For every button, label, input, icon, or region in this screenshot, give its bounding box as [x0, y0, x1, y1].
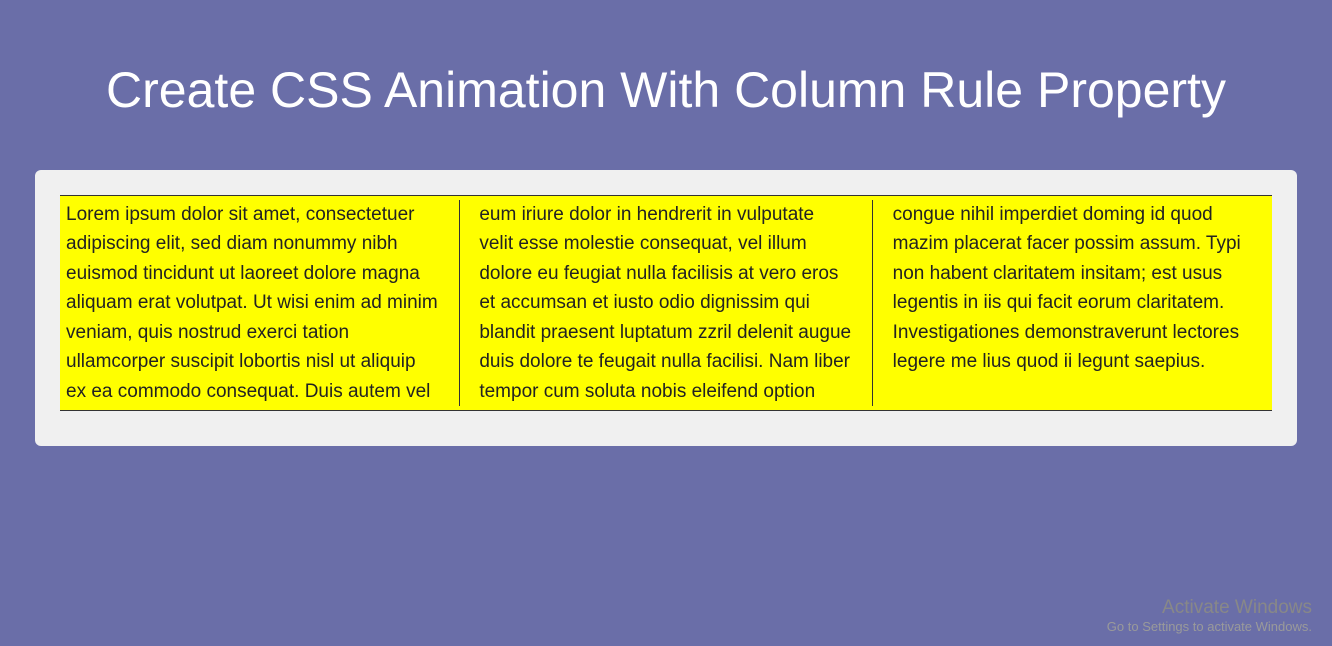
- column-text-block: Lorem ipsum dolor sit amet, consectetuer…: [60, 195, 1272, 411]
- page-title: Create CSS Animation With Column Rule Pr…: [0, 0, 1332, 150]
- watermark-title: Activate Windows: [1107, 597, 1312, 619]
- windows-activation-watermark: Activate Windows Go to Settings to activ…: [1107, 597, 1312, 634]
- watermark-subtitle: Go to Settings to activate Windows.: [1107, 619, 1312, 634]
- content-card: Lorem ipsum dolor sit amet, consectetuer…: [35, 170, 1297, 446]
